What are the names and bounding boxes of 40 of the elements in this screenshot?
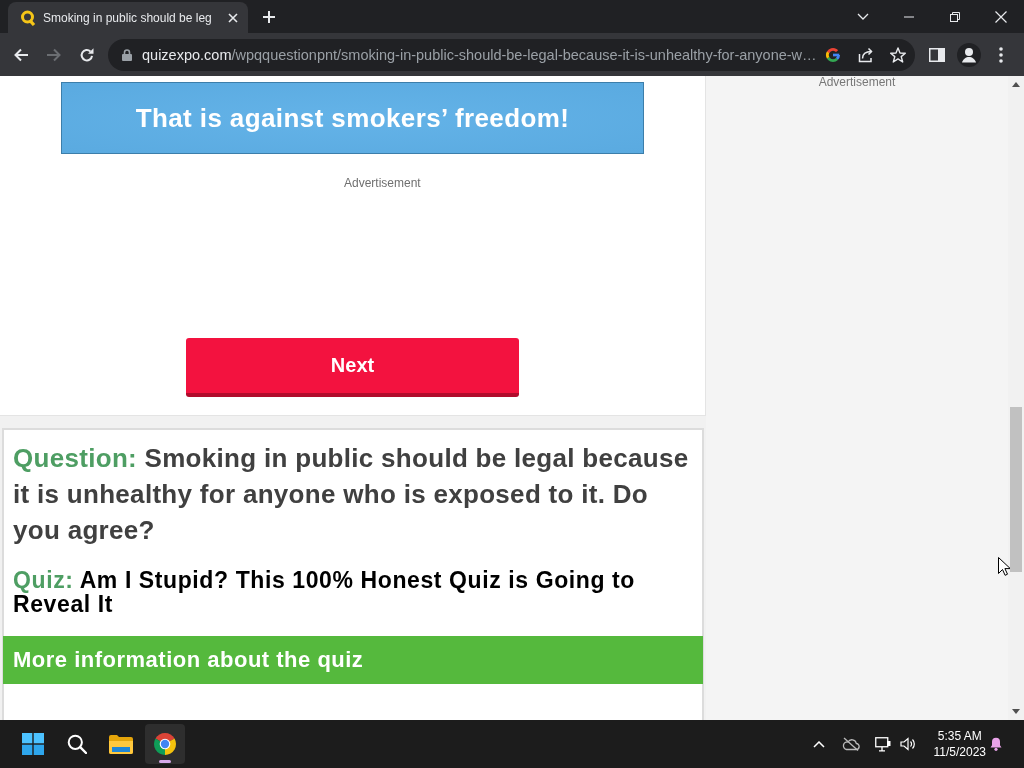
speaker-icon[interactable] — [899, 737, 916, 751]
favicon-icon — [20, 9, 36, 26]
profile-icon[interactable] — [957, 42, 981, 67]
side-panel-icon[interactable] — [929, 47, 945, 62]
up-arrow-icon[interactable] — [1012, 82, 1020, 87]
address-bar[interactable]: quizexpo.com/wpqquestionpnt/smoking-in-public-should-be-legal-because-it-is-unhealthy-for-anyone-w… — [108, 38, 915, 71]
folder-icon[interactable] — [109, 734, 133, 754]
scrollbar-thumb[interactable] — [1010, 407, 1022, 572]
g-logo-icon[interactable] — [825, 46, 841, 63]
search-icon[interactable] — [67, 734, 87, 754]
advertisement-label: Advertisement — [818, 76, 896, 89]
star-icon[interactable] — [890, 46, 906, 63]
clock-date[interactable]: 11/5/2023 — [933, 744, 986, 760]
menu-icon[interactable] — [999, 46, 1003, 63]
network-icon[interactable] — [874, 736, 891, 752]
restore-icon[interactable] — [950, 11, 960, 22]
plus-icon[interactable] — [263, 11, 275, 23]
back-icon[interactable] — [13, 46, 29, 63]
chevron-up-icon[interactable] — [812, 740, 825, 748]
scrollbar[interactable] — [1008, 76, 1024, 720]
advertisement-label: Advertisement — [344, 176, 421, 190]
down-arrow-icon[interactable] — [1012, 709, 1020, 714]
minimize-icon[interactable] — [904, 15, 914, 18]
reload-icon[interactable] — [79, 46, 95, 63]
clock-time[interactable]: 5:35 AM — [937, 728, 982, 744]
start-icon[interactable] — [22, 733, 44, 755]
next-button[interactable]: Next — [186, 338, 519, 397]
browser-icon — [153, 732, 177, 756]
close-icon[interactable] — [228, 12, 238, 23]
quiz-title: Quiz: Am I Stupid? This 100% Honest Quiz is Going to Reveal It — [12, 568, 636, 616]
answer-banner: That is against smokers’ freedom! — [61, 82, 644, 154]
question-text: Question: Smoking in public should be legal because it is unhealthy for anyone who is exposed to it. Do you agree? — [12, 442, 690, 547]
taskbar-button[interactable] — [145, 724, 185, 764]
browser-tab[interactable]: Smoking in public should be leg — [8, 2, 248, 33]
close-icon[interactable] — [995, 10, 1007, 23]
share-icon[interactable] — [858, 46, 874, 63]
cloud-off-icon[interactable] — [841, 737, 860, 751]
lock-icon — [122, 48, 132, 61]
chevron-down-icon[interactable] — [857, 13, 869, 20]
bell-icon[interactable] — [990, 737, 1002, 751]
